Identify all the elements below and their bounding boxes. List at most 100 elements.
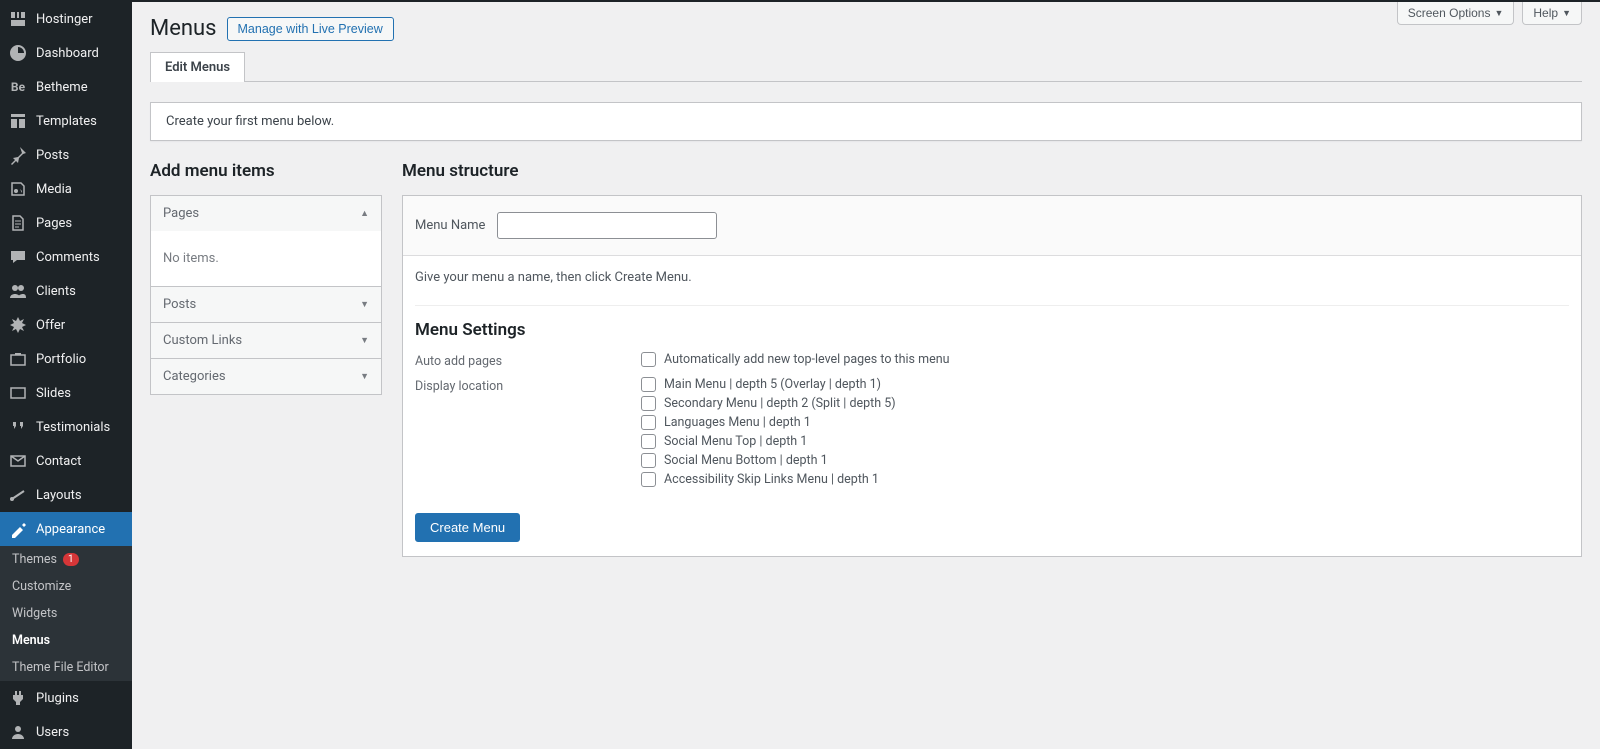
sidebar-item-label: Dashboard	[36, 46, 99, 61]
templates-icon	[8, 111, 28, 131]
display-location-option[interactable]: Social Menu Bottom | depth 1	[641, 453, 1569, 468]
location-checkbox[interactable]	[641, 472, 656, 487]
sidebar-item-comments[interactable]: Comments	[0, 240, 132, 274]
layouts-icon	[8, 485, 28, 505]
sidebar-item-label: Portfolio	[36, 352, 86, 367]
sidebar-item-label: Hostinger	[36, 12, 93, 27]
submenu-item-themes[interactable]: Themes1	[0, 546, 132, 573]
sidebar-item-hostinger[interactable]: Hostinger	[0, 2, 132, 36]
sidebar-item-templates[interactable]: Templates	[0, 104, 132, 138]
location-checkbox[interactable]	[641, 377, 656, 392]
admin-sidebar: Hostinger Dashboard Be Betheme Templates Post…	[0, 2, 132, 749]
portfolio-icon	[8, 349, 28, 369]
sidebar-item-layouts[interactable]: Layouts	[0, 478, 132, 512]
sidebar-item-slides[interactable]: Slides	[0, 376, 132, 410]
accordion-categories: Categories▼	[150, 358, 382, 395]
sidebar-item-offer[interactable]: Offer	[0, 308, 132, 342]
auto-add-pages-label: Auto add pages	[415, 352, 641, 371]
sidebar-item-label: Slides	[36, 386, 71, 401]
tab-edit-menus[interactable]: Edit Menus	[150, 52, 245, 82]
chevron-up-icon: ▲	[360, 208, 369, 219]
accordion-pages: Pages▲No items.	[150, 195, 382, 287]
location-checkbox[interactable]	[641, 434, 656, 449]
sidebar-item-label: Posts	[36, 148, 69, 163]
hostinger-icon	[8, 9, 28, 29]
add-menu-items-heading: Add menu items	[150, 161, 382, 181]
pin-icon	[8, 145, 28, 165]
sidebar-item-portfolio[interactable]: Portfolio	[0, 342, 132, 376]
appearance-icon	[8, 519, 28, 539]
sidebar-item-label: Pages	[36, 216, 72, 231]
sidebar-item-pages[interactable]: Pages	[0, 206, 132, 240]
menu-settings-heading: Menu Settings	[415, 305, 1569, 340]
sidebar-item-label: Clients	[36, 284, 76, 299]
sidebar-item-users[interactable]: Users	[0, 715, 132, 749]
betheme-icon: Be	[8, 77, 28, 97]
sidebar-item-contact[interactable]: Contact	[0, 444, 132, 478]
testimonials-icon	[8, 417, 28, 437]
chevron-down-icon: ▼	[360, 371, 369, 382]
sidebar-item-label: Media	[36, 182, 72, 197]
sidebar-item-plugins[interactable]: Plugins	[0, 681, 132, 715]
sidebar-item-betheme[interactable]: Be Betheme	[0, 70, 132, 104]
sidebar-item-posts[interactable]: Posts	[0, 138, 132, 172]
menu-name-input[interactable]	[497, 212, 717, 239]
sidebar-item-label: Betheme	[36, 80, 88, 95]
help-button[interactable]: Help▼	[1522, 2, 1582, 25]
submenu-item-customize[interactable]: Customize	[0, 573, 132, 600]
display-location-option[interactable]: Main Menu | depth 5 (Overlay | depth 1)	[641, 377, 1569, 392]
sidebar-item-testimonials[interactable]: Testimonials	[0, 410, 132, 444]
accordion-custom-links: Custom Links▼	[150, 322, 382, 359]
auto-add-pages-option[interactable]: Automatically add new top-level pages to…	[641, 352, 1569, 367]
menu-structure-heading: Menu structure	[402, 161, 1582, 181]
manage-live-preview-button[interactable]: Manage with Live Preview	[227, 17, 394, 41]
accordion-toggle[interactable]: Categories▼	[151, 359, 381, 394]
users-icon	[8, 722, 28, 742]
media-icon	[8, 179, 28, 199]
accordion-toggle[interactable]: Custom Links▼	[151, 323, 381, 358]
clients-icon	[8, 281, 28, 301]
sidebar-item-label: Users	[36, 725, 69, 740]
update-badge: 1	[63, 553, 79, 566]
sidebar-item-clients[interactable]: Clients	[0, 274, 132, 308]
content-area: Screen Options▼ Help▼ Menus Manage with …	[132, 2, 1600, 749]
create-menu-button[interactable]: Create Menu	[415, 513, 520, 542]
display-location-option[interactable]: Languages Menu | depth 1	[641, 415, 1569, 430]
dashboard-icon	[8, 43, 28, 63]
sidebar-item-label: Plugins	[36, 691, 79, 706]
screen-options-button[interactable]: Screen Options▼	[1397, 2, 1515, 25]
display-location-option[interactable]: Accessibility Skip Links Menu | depth 1	[641, 472, 1569, 487]
chevron-down-icon: ▼	[360, 299, 369, 310]
sidebar-item-label: Offer	[36, 318, 65, 333]
submenu-item-menus[interactable]: Menus	[0, 627, 132, 654]
accordion-toggle[interactable]: Posts▼	[151, 287, 381, 322]
location-checkbox[interactable]	[641, 415, 656, 430]
offer-icon	[8, 315, 28, 335]
submenu-item-theme-file-editor[interactable]: Theme File Editor	[0, 654, 132, 681]
pages-icon	[8, 213, 28, 233]
display-location-option[interactable]: Secondary Menu | depth 2 (Split | depth …	[641, 396, 1569, 411]
sidebar-item-label: Templates	[36, 114, 97, 129]
menu-structure-panel: Menu Name Give your menu a name, then cl…	[402, 195, 1582, 557]
sidebar-item-dashboard[interactable]: Dashboard	[0, 36, 132, 70]
location-checkbox[interactable]	[641, 396, 656, 411]
plugins-icon	[8, 688, 28, 708]
menu-hint: Give your menu a name, then click Create…	[415, 270, 1569, 285]
sidebar-item-label: Layouts	[36, 488, 82, 503]
notice-message: Create your first menu below.	[150, 102, 1582, 141]
sidebar-item-label: Comments	[36, 250, 100, 265]
sidebar-item-label: Appearance	[36, 522, 105, 537]
comments-icon	[8, 247, 28, 267]
display-location-option[interactable]: Social Menu Top | depth 1	[641, 434, 1569, 449]
chevron-down-icon: ▼	[360, 335, 369, 346]
slides-icon	[8, 383, 28, 403]
location-checkbox[interactable]	[641, 453, 656, 468]
submenu-item-widgets[interactable]: Widgets	[0, 600, 132, 627]
accordion-toggle[interactable]: Pages▲	[151, 196, 381, 231]
sidebar-item-appearance[interactable]: Appearance	[0, 512, 132, 546]
sidebar-item-media[interactable]: Media	[0, 172, 132, 206]
contact-icon	[8, 451, 28, 471]
menu-name-label: Menu Name	[415, 218, 485, 233]
display-location-label: Display location	[415, 377, 641, 491]
auto-add-checkbox[interactable]	[641, 352, 656, 367]
